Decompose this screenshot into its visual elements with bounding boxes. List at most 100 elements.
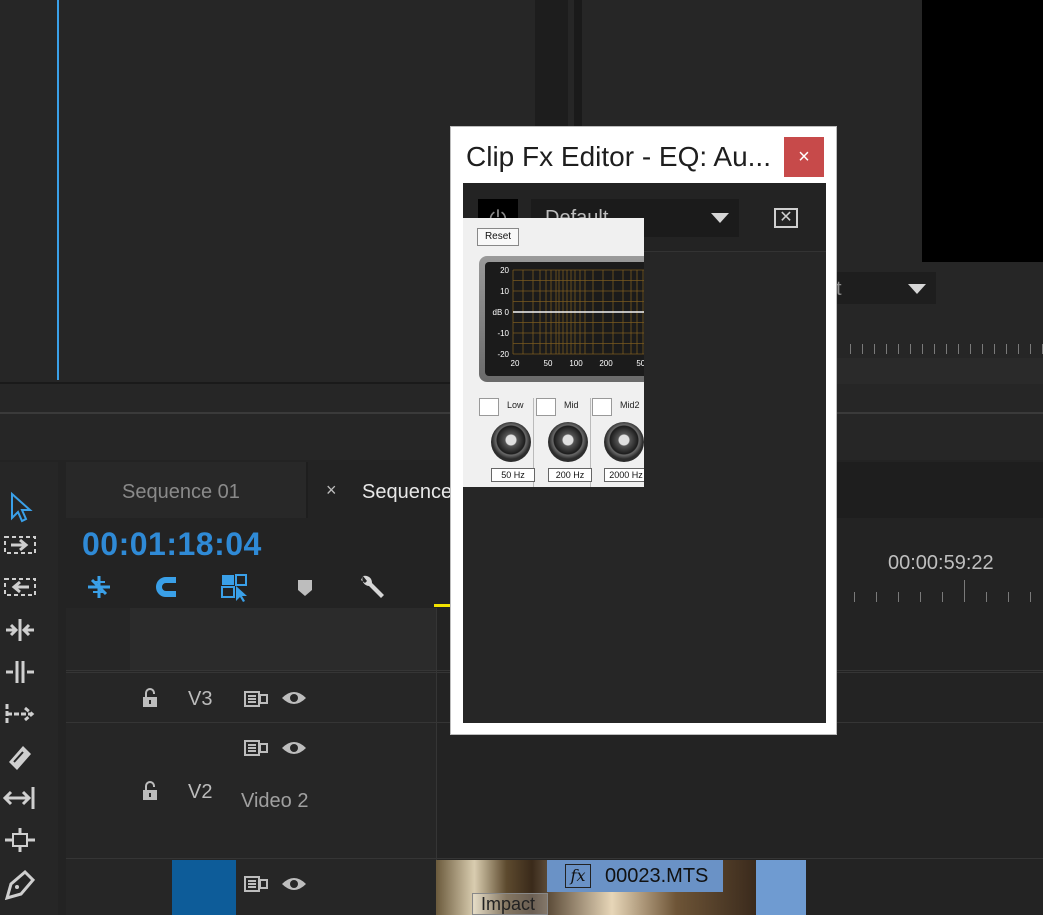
rolling-edit-tool-icon[interactable] [0,658,40,692]
wrench-settings-icon[interactable] [357,572,387,602]
delete-preset-icon[interactable]: ✕ [774,208,798,228]
rate-stretch-tool-icon[interactable] [0,700,40,734]
track-select-forward-tool-icon[interactable] [0,532,40,566]
fx-badge-icon: fx [565,864,591,888]
eq-plugin-panel: Reset 2010dB 0-10-202050100200500H Low 5… [463,218,644,487]
y-tick-label: -10 [497,329,509,338]
toggle-sync-lock-icon[interactable] [243,689,269,709]
eq-band-mid1: Mid 200 Hz [534,398,592,487]
ruler-tick [910,344,911,354]
source-scroll-bar[interactable] [836,358,1043,386]
band-label: Low [507,400,524,410]
x-tick-label: 20 [511,359,520,368]
current-timecode[interactable]: 00:01:18:04 [82,526,262,563]
lock-track-icon[interactable] [141,781,159,801]
ruler-tick [920,592,921,602]
band-label: Mid [564,400,579,410]
tab-label: Sequence 01 [122,481,240,503]
ruler-tick [922,344,923,354]
selection-tool-icon[interactable] [0,490,40,524]
eq-band-low: Low 50 Hz [477,398,535,487]
ruler-tick [986,592,987,602]
source-patch-v1[interactable] [172,860,236,915]
ruler-tick [1018,344,1019,354]
source-time-ruler[interactable] [838,344,1043,358]
track-select-backward-tool-icon[interactable] [0,574,40,608]
title-clip[interactable]: Impact [472,893,548,915]
pen-tool-icon[interactable] [0,868,40,902]
x-tick-label: 50 [544,359,553,368]
ruler-tick [946,344,947,354]
slip-tool-icon[interactable] [0,784,40,818]
frequency-value[interactable]: 200 Hz [548,468,592,482]
ruler-tick [854,592,855,602]
close-tab-icon[interactable]: × [326,480,337,501]
ruler-tick [1030,344,1031,354]
clip-name: 00023.MTS [605,865,709,887]
frequency-knob[interactable] [548,422,588,462]
snap-magnet-icon[interactable] [152,572,182,602]
frequency-knob[interactable] [491,422,531,462]
ruler-tick [982,344,983,354]
tab-sequence-01[interactable]: Sequence 01 [66,462,306,518]
slide-tool-icon[interactable] [0,826,40,860]
x-tick-label: 200 [599,359,613,368]
eq-band-mid2: Mid2 2000 Hz [590,398,644,487]
toggle-output-eye-icon[interactable] [281,739,307,757]
program-playhead-line[interactable] [57,0,59,380]
eq-graph-frame: 2010dB 0-10-202050100200500H [479,256,644,382]
track-header-blank [130,608,436,670]
razor-tool-icon[interactable] [0,742,40,776]
eq-graph-svg: 2010dB 0-10-202050100200500H [493,266,644,368]
eq-graph[interactable]: 2010dB 0-10-202050100200500H [485,262,644,376]
band-enable-checkbox[interactable] [592,398,612,416]
chevron-down-icon [908,284,926,294]
band-enable-checkbox[interactable] [536,398,556,416]
track-divider [66,858,1043,859]
track-label-v2: V2 [188,781,213,803]
ruler-tick [850,344,851,354]
track-label-v3: V3 [188,688,213,710]
ruler-tick [958,344,959,354]
ripple-edit-tool-icon[interactable] [0,616,40,650]
close-window-button[interactable]: × [784,137,824,177]
chevron-down-icon [711,213,729,223]
nest-sequence-icon[interactable] [84,572,114,602]
ruler-tick [898,592,899,602]
x-tick-label: 500 [636,359,644,368]
ruler-tick [1008,592,1009,602]
lock-track-icon[interactable] [141,688,159,708]
frequency-value[interactable]: 50 Hz [491,468,535,482]
y-tick-label: -20 [497,350,509,359]
ruler-tick [964,580,965,602]
add-marker-icon[interactable] [293,572,323,602]
reset-button[interactable]: Reset [477,228,519,246]
monitor-video-area [922,0,1043,262]
video-clip-tail[interactable] [756,860,806,915]
video-clip[interactable]: fx 00023.MTS [547,860,723,892]
ruler-tick [862,344,863,354]
ruler-tick [934,344,935,354]
toggle-sync-lock-icon[interactable] [243,738,269,758]
ruler-tick [994,344,995,354]
toggle-output-eye-icon[interactable] [281,875,307,893]
toggle-sync-lock-icon[interactable] [243,874,269,894]
band-enable-checkbox[interactable] [479,398,499,416]
ruler-timecode: 00:00:59:22 [888,552,994,574]
tab-sequence-active[interactable]: × Sequence [308,462,458,518]
track-name-v2[interactable]: Video 2 [241,790,308,813]
frequency-knob[interactable] [604,422,644,462]
y-tick-label: 10 [500,287,509,296]
ruler-tick [970,344,971,354]
frequency-value[interactable]: 2000 Hz [604,468,644,482]
ruler-tick [874,344,875,354]
ruler-tick [886,344,887,354]
ruler-tick [876,592,877,602]
source-dropdown[interactable]: t [830,272,936,304]
toggle-output-eye-icon[interactable] [281,689,307,707]
linked-selection-icon[interactable] [220,572,250,602]
y-tick-label: dB 0 [493,308,510,317]
band-label: Mid2 [620,400,640,410]
tab-label: Sequence [362,481,453,503]
window-title: Clip Fx Editor - EQ: Au... [466,141,771,172]
